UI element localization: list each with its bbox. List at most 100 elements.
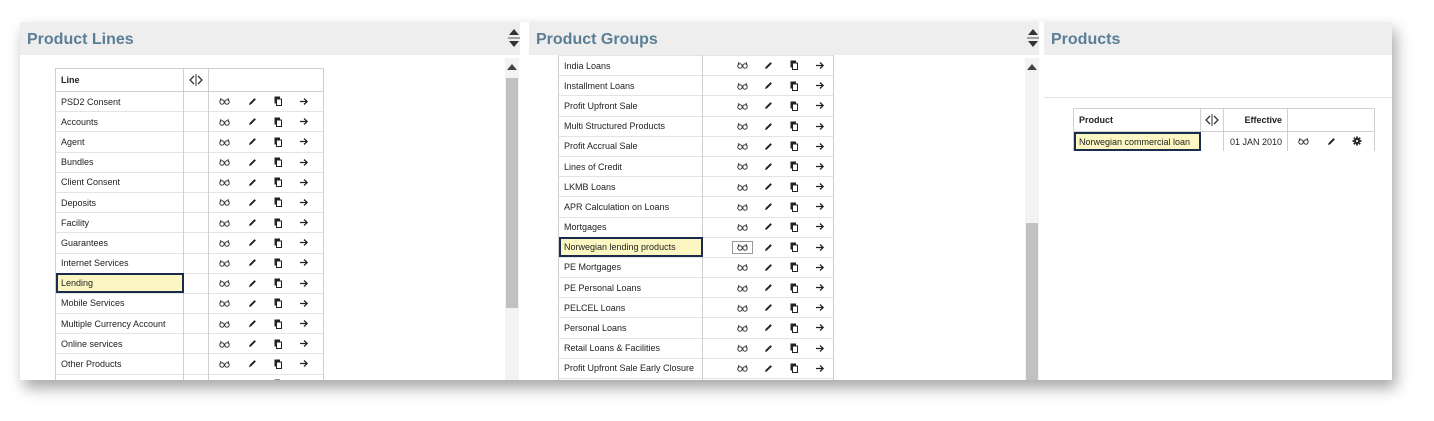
glasses-icon[interactable]: [218, 177, 230, 188]
view-action[interactable]: [729, 176, 755, 197]
table-row[interactable]: India Loans: [558, 54, 834, 76]
product-lines-scrollbar[interactable]: [505, 58, 519, 380]
edit-action[interactable]: [755, 317, 781, 339]
scroll-up-arrow[interactable]: [1027, 64, 1037, 70]
copy-action[interactable]: [265, 234, 291, 252]
product-group-name[interactable]: PE Mortgages: [558, 256, 703, 278]
drill-action[interactable]: [291, 355, 317, 373]
view-action[interactable]: [209, 335, 239, 353]
drill-action[interactable]: [807, 216, 834, 238]
copy-document-icon[interactable]: [790, 201, 798, 212]
copy-action[interactable]: [781, 378, 807, 380]
glasses-icon[interactable]: [736, 282, 748, 293]
copy-action[interactable]: [265, 93, 291, 111]
table-row[interactable]: Guarantees: [55, 232, 324, 253]
copy-document-icon[interactable]: [790, 262, 798, 273]
copy-action[interactable]: [781, 176, 807, 197]
product-line-name[interactable]: Deposits: [55, 191, 184, 213]
copy-document-icon[interactable]: [274, 298, 282, 309]
table-row[interactable]: Installment Loans: [558, 75, 834, 96]
product-line-name[interactable]: Lending: [55, 272, 184, 294]
copy-action[interactable]: [781, 357, 807, 379]
drill-action[interactable]: [291, 375, 317, 380]
copy-action[interactable]: [781, 95, 807, 117]
copy-action[interactable]: [781, 155, 807, 177]
edit-action[interactable]: [755, 378, 781, 380]
pencil-icon[interactable]: [248, 258, 257, 269]
arrow-right-icon[interactable]: [815, 121, 825, 132]
glasses-icon[interactable]: [218, 136, 230, 147]
pane-splitter-2[interactable]: [1027, 26, 1039, 50]
drill-action[interactable]: [807, 256, 834, 278]
edit-action[interactable]: [239, 315, 265, 333]
drill-action[interactable]: [291, 294, 317, 312]
table-row[interactable]: Early Closure Profit Accrual Sale: [558, 378, 834, 380]
product-group-name[interactable]: Early Closure Profit Accrual Sale: [558, 378, 703, 380]
scroll-thumb[interactable]: [506, 78, 518, 308]
product-line-name[interactable]: Promotions And Referrals: [55, 373, 184, 380]
arrow-right-icon[interactable]: [815, 100, 825, 111]
product-line-name[interactable]: Multiple Currency Account: [55, 313, 184, 334]
product-group-name[interactable]: Multi Structured Products: [558, 115, 703, 137]
table-row[interactable]: Deposits: [55, 191, 324, 213]
glasses-icon[interactable]: [731, 240, 753, 254]
copy-action[interactable]: [781, 54, 807, 76]
glasses-icon[interactable]: [736, 161, 748, 172]
glasses-icon[interactable]: [736, 141, 748, 152]
arrow-right-icon[interactable]: [299, 278, 309, 289]
edit-action[interactable]: [1318, 133, 1344, 151]
table-row[interactable]: APR Calculation on Loans: [558, 196, 834, 217]
edit-action[interactable]: [239, 335, 265, 353]
glasses-icon[interactable]: [736, 343, 748, 354]
copy-document-icon[interactable]: [274, 177, 282, 188]
view-action[interactable]: [729, 317, 755, 339]
arrow-right-icon[interactable]: [815, 282, 825, 293]
product-group-name[interactable]: Personal Loans: [558, 317, 703, 339]
copy-action[interactable]: [265, 254, 291, 272]
table-row[interactable]: Lending: [55, 272, 324, 294]
product-group-name[interactable]: Profit Upfront Sale: [558, 95, 703, 117]
edit-action[interactable]: [755, 236, 781, 258]
product-group-name[interactable]: APR Calculation on Loans: [558, 196, 703, 217]
drill-action[interactable]: [291, 214, 317, 232]
edit-action[interactable]: [755, 357, 781, 379]
edit-action[interactable]: [239, 355, 265, 373]
gear-icon[interactable]: [1352, 136, 1362, 147]
drill-action[interactable]: [291, 93, 317, 111]
drill-action[interactable]: [807, 337, 834, 359]
view-action[interactable]: [209, 294, 239, 312]
copy-document-icon[interactable]: [790, 100, 798, 111]
pencil-icon[interactable]: [248, 197, 257, 208]
edit-action[interactable]: [239, 234, 265, 252]
drill-action[interactable]: [291, 173, 317, 191]
edit-action[interactable]: [755, 135, 781, 157]
product-line-name[interactable]: Facility: [55, 212, 184, 233]
product-name[interactable]: Norwegian commercial loan: [1073, 131, 1201, 152]
copy-document-icon[interactable]: [790, 242, 798, 253]
pencil-icon[interactable]: [1327, 136, 1336, 147]
view-action[interactable]: [729, 378, 755, 380]
product-line-name[interactable]: Accounts: [55, 111, 184, 132]
drill-action[interactable]: [291, 315, 317, 333]
arrow-right-icon[interactable]: [299, 197, 309, 208]
view-action[interactable]: [209, 194, 239, 212]
copy-action[interactable]: [265, 153, 291, 171]
copy-action[interactable]: [781, 115, 807, 137]
view-action[interactable]: [729, 155, 755, 177]
drill-action[interactable]: [807, 297, 834, 318]
glasses-icon[interactable]: [218, 116, 230, 127]
edit-action[interactable]: [239, 173, 265, 191]
pencil-icon[interactable]: [764, 323, 773, 334]
arrow-right-icon[interactable]: [299, 96, 309, 107]
drill-action[interactable]: [807, 115, 834, 137]
arrow-right-icon[interactable]: [299, 338, 309, 349]
arrow-right-icon[interactable]: [815, 201, 825, 212]
arrow-right-icon[interactable]: [299, 318, 309, 329]
table-row[interactable]: Promotions And Referrals: [55, 373, 324, 380]
copy-document-icon[interactable]: [274, 379, 282, 380]
glasses-icon[interactable]: [218, 318, 230, 329]
edit-action[interactable]: [239, 214, 265, 232]
copy-action[interactable]: [265, 194, 291, 212]
edit-action[interactable]: [239, 274, 265, 292]
pencil-icon[interactable]: [248, 338, 257, 349]
